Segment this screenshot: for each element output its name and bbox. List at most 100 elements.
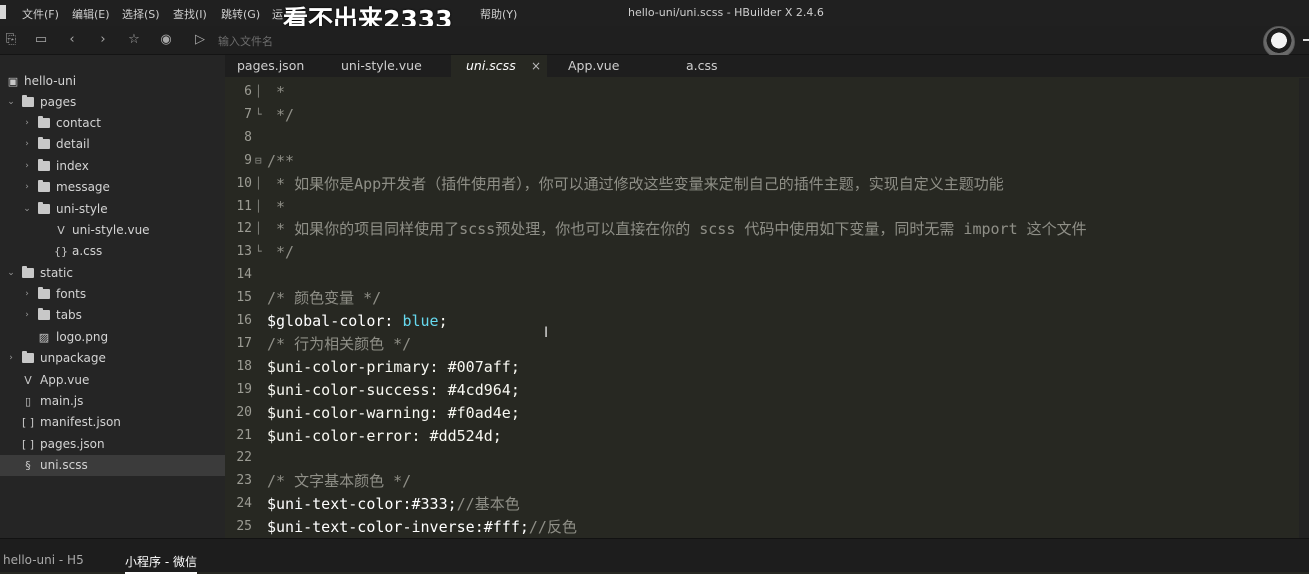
line-number: 25 xyxy=(236,519,252,535)
project-explorer: ▣ hello-uni ⌄ pages › contact › detail ›… xyxy=(0,55,225,538)
tree-item-uni-style-vue[interactable]: V uni-style.vue xyxy=(0,220,225,241)
fold-guide: │ xyxy=(255,176,262,190)
tree-item-static[interactable]: ⌄ static xyxy=(0,263,225,284)
line-number: 7 xyxy=(244,106,252,122)
chevron-right-icon[interactable]: › xyxy=(22,113,32,134)
tab-pages-json[interactable]: pages.json xyxy=(225,55,327,77)
code-line[interactable]: 6 │ * xyxy=(225,81,1309,103)
chevron-down-icon[interactable]: ⌄ xyxy=(22,199,32,220)
code-line[interactable]: 15 /* 颜色变量 */ xyxy=(225,287,1309,309)
tree-label: uni-style.vue xyxy=(72,223,150,237)
tree-item-tabs[interactable]: › tabs xyxy=(0,305,225,326)
tab-label: App.vue xyxy=(568,58,620,73)
editor-tab-bar: pages.json uni-style.vue uni.scss × App.… xyxy=(225,55,1309,77)
console-tab-h5[interactable]: hello-uni - H5 xyxy=(3,553,84,567)
menu-goto[interactable]: 跳转(G) xyxy=(221,6,260,22)
code-line[interactable]: 9 ⊟ /** xyxy=(225,150,1309,172)
fold-toggle-icon[interactable]: ⊟ xyxy=(255,150,262,172)
browser-preview-icon[interactable]: ▷ xyxy=(191,31,209,49)
code-line[interactable]: 14 xyxy=(225,264,1309,286)
tree-label: detail xyxy=(56,137,90,151)
new-file-icon[interactable]: ⎘ xyxy=(2,31,20,49)
app-logo-icon xyxy=(0,5,6,19)
code-line[interactable]: 17 /* 行为相关颜色 */ xyxy=(225,333,1309,355)
window-minimize-icon[interactable] xyxy=(1303,39,1309,41)
code-line[interactable]: 11 │ * xyxy=(225,196,1309,218)
fold-guide: │ xyxy=(255,222,262,236)
forward-icon[interactable]: › xyxy=(94,31,112,49)
run-icon[interactable]: ◉ xyxy=(157,31,175,49)
tree-item-hello-uni[interactable]: ▣ hello-uni xyxy=(0,71,225,92)
code-token-punct: ; xyxy=(438,312,448,330)
star-icon[interactable]: ☆ xyxy=(125,31,143,49)
tree-item-pages-json[interactable]: [ ] pages.json xyxy=(0,434,225,455)
tree-item-message[interactable]: › message xyxy=(0,177,225,198)
tab-uni-scss[interactable]: uni.scss × xyxy=(451,55,547,77)
code-line[interactable]: 23 /* 文字基本颜色 */ xyxy=(225,470,1309,492)
chevron-down-icon[interactable]: ⌄ xyxy=(6,263,16,284)
menu-help[interactable]: 帮助(Y) xyxy=(480,6,517,22)
menu-run[interactable]: 运 xyxy=(272,6,283,22)
code-line[interactable]: 8 xyxy=(225,127,1309,149)
folder-icon xyxy=(22,351,34,363)
tree-item-contact[interactable]: › contact xyxy=(0,113,225,134)
tab-app-vue[interactable]: App.vue xyxy=(555,55,655,77)
code-text: $uni-color-error: #dd524d; xyxy=(267,426,502,445)
folder-icon xyxy=(38,287,50,299)
code-line[interactable]: 16 $global-color: blue; xyxy=(225,310,1309,332)
toolbar: ⎘ ▭ ‹ › ☆ ◉ ▷ xyxy=(0,26,1309,55)
code-line[interactable]: 20 $uni-color-warning: #f0ad4e; xyxy=(225,402,1309,424)
code-editor[interactable]: 6 │ * 7 └ */8 9 ⊟/** 10 │ * 如果你是App开发者（插件使用者），你… xyxy=(225,78,1309,538)
tree-item-app-vue[interactable]: V App.vue xyxy=(0,370,225,391)
menu-bar: 文件(F) 编辑(E) 选择(S) 查找(I) 跳转(G) 运 帮助(Y) 看不… xyxy=(0,0,1309,34)
code-text: $uni-color-primary: #007aff; xyxy=(267,357,520,376)
code-line[interactable]: 22 xyxy=(225,447,1309,469)
tree-item-fonts[interactable]: › fonts xyxy=(0,284,225,305)
chevron-right-icon[interactable]: › xyxy=(22,134,32,155)
tree-item-logo-png[interactable]: ▨ logo.png xyxy=(0,327,225,348)
code-text: * xyxy=(267,83,286,101)
code-line[interactable]: 13 └ */ xyxy=(225,241,1309,263)
menu-find[interactable]: 查找(I) xyxy=(173,6,207,22)
tree-item-detail[interactable]: › detail xyxy=(0,134,225,155)
tree-label: App.vue xyxy=(40,373,90,387)
tree-item-manifest-json[interactable]: [ ] manifest.json xyxy=(0,412,225,433)
line-number: 21 xyxy=(236,427,252,443)
code-line[interactable]: 10 │ * 如果你是App开发者（插件使用者），你可以通过修改这些变量来定制自己… xyxy=(225,173,1309,195)
menu-select[interactable]: 选择(S) xyxy=(122,6,160,22)
chevron-right-icon[interactable]: › xyxy=(6,348,16,369)
user-avatar[interactable] xyxy=(1263,26,1295,58)
close-icon[interactable]: × xyxy=(531,55,541,77)
chevron-right-icon[interactable]: › xyxy=(22,156,32,177)
file-search-input[interactable] xyxy=(216,31,620,51)
tree-item-uni-style[interactable]: ⌄ uni-style xyxy=(0,199,225,220)
tree-label: uni.scss xyxy=(40,458,88,472)
code-line[interactable]: 25 $uni-text-color-inverse:#fff;//反色 xyxy=(225,516,1309,538)
tree-item-pages[interactable]: ⌄ pages xyxy=(0,92,225,113)
code-line[interactable]: 24 $uni-text-color:#333;//基本色 xyxy=(225,493,1309,515)
chevron-down-icon[interactable]: ⌄ xyxy=(6,92,16,113)
chevron-right-icon[interactable]: › xyxy=(22,177,32,198)
tree-item-main-js[interactable]: ▯ main.js xyxy=(0,391,225,412)
tab-a-css[interactable]: a.css xyxy=(657,55,761,77)
code-line[interactable]: 12 │ * 如果你的项目同样使用了scss预处理，你也可以直接在你的 scss … xyxy=(225,218,1309,240)
code-line[interactable]: 7 └ */ xyxy=(225,104,1309,126)
code-line[interactable]: 18 $uni-color-primary: #007aff; xyxy=(225,356,1309,378)
code-line[interactable]: 21 $uni-color-error: #dd524d; xyxy=(225,425,1309,447)
tree-item-index[interactable]: › index xyxy=(0,156,225,177)
vue-file-icon: V xyxy=(57,224,65,237)
tree-item-uni-scss[interactable]: § uni.scss xyxy=(0,455,225,476)
chevron-right-icon[interactable]: › xyxy=(22,305,32,326)
tree-item-unpackage[interactable]: › unpackage xyxy=(0,348,225,369)
tree-label: uni-style xyxy=(56,202,108,216)
tab-uni-style-vue[interactable]: uni-style.vue xyxy=(329,55,449,77)
tree-item-a-css[interactable]: {} a.css xyxy=(0,241,225,262)
menu-file[interactable]: 文件(F) xyxy=(22,6,59,22)
chevron-right-icon[interactable]: › xyxy=(22,284,32,305)
editor-scrollbar[interactable] xyxy=(1299,78,1309,538)
back-icon[interactable]: ‹ xyxy=(63,31,81,49)
line-number: 11 xyxy=(236,198,252,214)
menu-edit[interactable]: 编辑(E) xyxy=(72,6,110,22)
code-line[interactable]: 19 $uni-color-success: #4cd964; xyxy=(225,379,1309,401)
save-icon[interactable]: ▭ xyxy=(32,31,50,49)
